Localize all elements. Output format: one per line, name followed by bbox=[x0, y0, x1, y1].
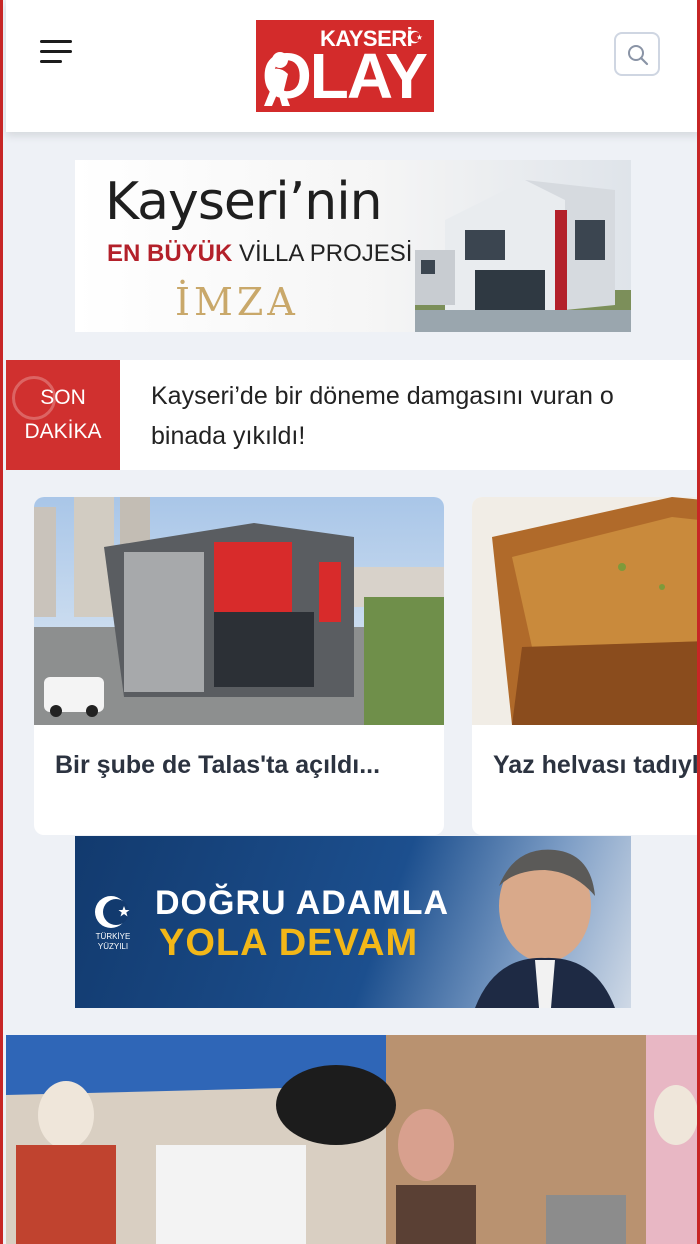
crescent-star-icon bbox=[95, 896, 130, 928]
breaking-news-bar[interactable]: SON DAKİKA Kayseri’de bir döneme damgası… bbox=[6, 360, 697, 470]
ad-brand-logo: İMZA bbox=[175, 280, 299, 324]
campaign-ad-banner[interactable]: TÜRKİYE YÜZYILI DOĞRU ADAMLA YOLA DEVAM bbox=[75, 836, 631, 1008]
news-card-title[interactable]: Bir şube de Talas'ta açıldı... bbox=[55, 747, 435, 783]
ad-slogan-line-1: DOĞRU ADAMLA bbox=[155, 884, 450, 922]
page-frame: KAYSERİ OLAY Kayseri’nin EN BÜYÜK VİLLA … bbox=[0, 0, 700, 1244]
portrait-image bbox=[475, 849, 615, 1008]
villa-project-ad-banner[interactable]: Kayseri’nin EN BÜYÜK VİLLA PROJESİ İMZA bbox=[75, 160, 631, 332]
news-card[interactable]: Yaz helvası tadıyla eşsiz lezzeti bbox=[472, 497, 697, 835]
villa-illustration bbox=[415, 180, 631, 332]
news-card-image bbox=[472, 497, 697, 725]
news-card-image bbox=[34, 497, 444, 725]
featured-news-image[interactable] bbox=[6, 1035, 697, 1244]
ad-headline: Kayseri’nin bbox=[105, 172, 383, 232]
ad-subheadline: EN BÜYÜK VİLLA PROJESİ bbox=[107, 240, 413, 267]
site-header: KAYSERİ OLAY bbox=[6, 0, 697, 132]
breaking-news-headline[interactable]: Kayseri’de bir döneme damgasını vuran o … bbox=[151, 376, 681, 456]
search-button[interactable] bbox=[614, 32, 660, 76]
news-card-title[interactable]: Yaz helvası tadıyla eşsiz lezzeti bbox=[493, 747, 697, 783]
breaking-news-tag: SON DAKİKA bbox=[6, 360, 120, 470]
news-card[interactable]: Bir şube de Talas'ta açıldı... bbox=[34, 497, 444, 835]
site-logo[interactable]: KAYSERİ OLAY bbox=[256, 20, 434, 112]
ad-slogan-line-2: YOLA DEVAM bbox=[159, 922, 419, 964]
emblem-caption: TÜRKİYE YÜZYILI bbox=[95, 932, 131, 951]
logo-main-text: OLAY bbox=[262, 40, 428, 112]
hamburger-menu-icon[interactable] bbox=[40, 38, 76, 68]
search-icon bbox=[628, 45, 649, 66]
